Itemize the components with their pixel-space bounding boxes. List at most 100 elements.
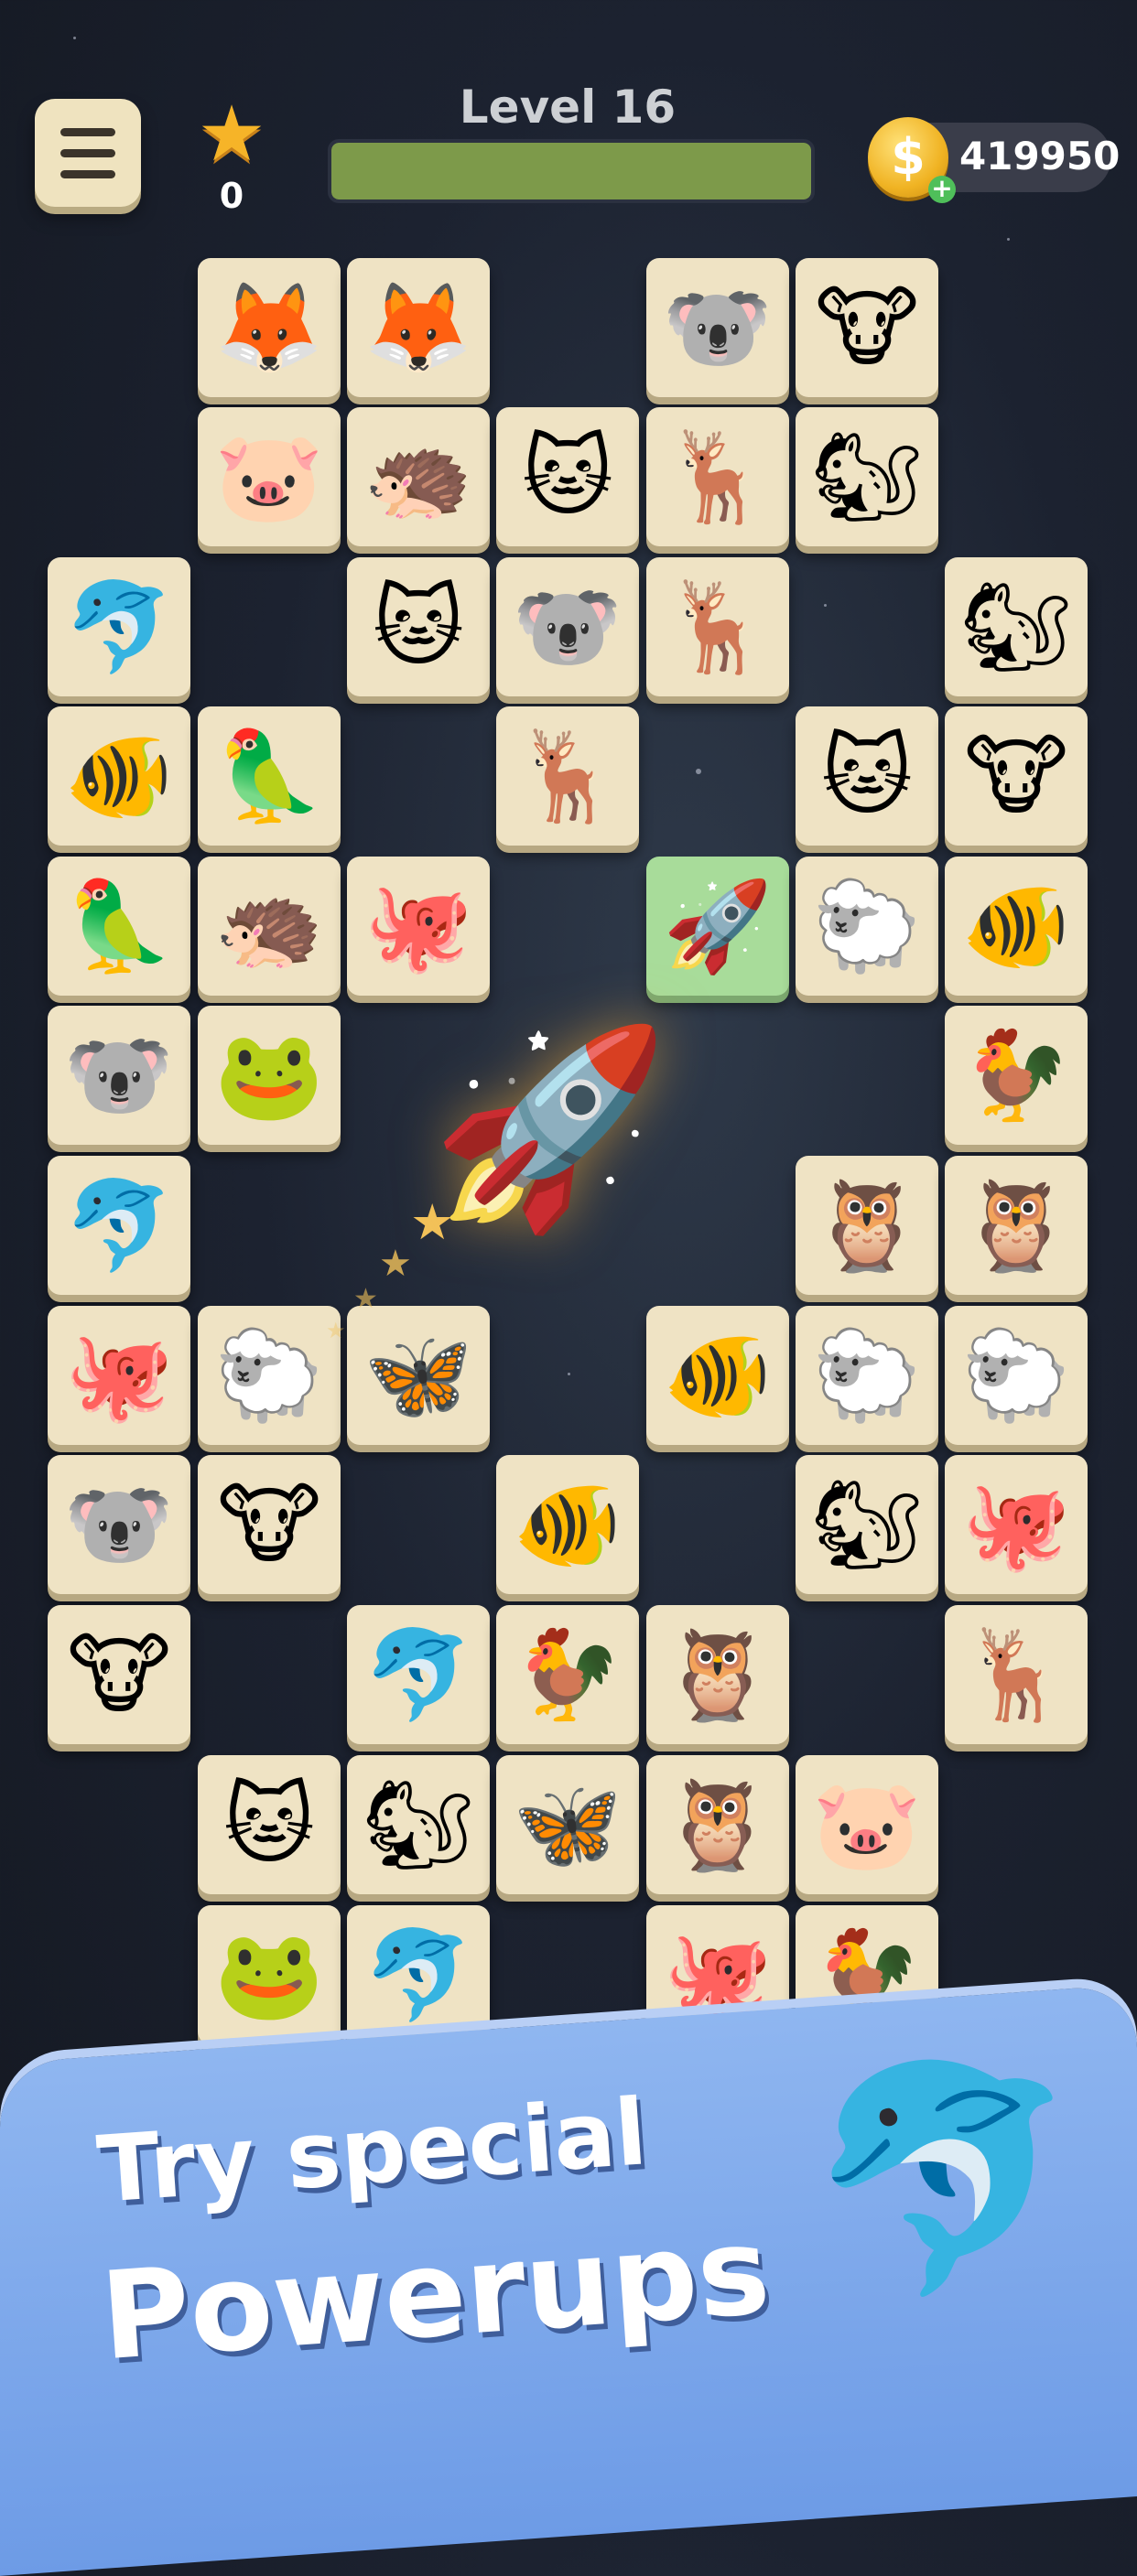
- tile-koala[interactable]: 🐨: [48, 1455, 190, 1594]
- owl-icon: 🦉: [961, 1174, 1071, 1277]
- tile-hedgehog[interactable]: 🦔: [347, 407, 490, 546]
- tile-pig[interactable]: 🐷: [796, 1755, 938, 1894]
- tile-frog[interactable]: 🐸: [198, 1006, 341, 1145]
- pig-icon: 🐷: [214, 426, 324, 528]
- koala-icon: 🐨: [64, 1473, 174, 1576]
- squirrel-icon: 🐿: [960, 576, 1072, 678]
- tile-octopus[interactable]: 🐙: [347, 857, 490, 996]
- owl-icon: 🦉: [812, 1174, 922, 1277]
- tile-squirrel[interactable]: 🐿: [796, 1455, 938, 1594]
- tile-fish[interactable]: 🐠: [48, 706, 190, 846]
- fox-icon: 🦊: [363, 276, 473, 379]
- tile-fish[interactable]: 🐠: [496, 1455, 639, 1594]
- trail-star-icon: ★: [353, 1283, 378, 1315]
- tile-owl[interactable]: 🦉: [796, 1156, 938, 1295]
- hedgehog-icon: 🦔: [363, 426, 473, 528]
- tile-dolphin[interactable]: 🐬: [48, 557, 190, 696]
- trail-star-icon: ★: [326, 1318, 346, 1343]
- tile-owl[interactable]: 🦉: [646, 1605, 789, 1744]
- tile-dolphin[interactable]: 🐬: [347, 1905, 490, 2044]
- sheep-icon: 🐑: [214, 1324, 324, 1427]
- tile-koala[interactable]: 🐨: [646, 258, 789, 397]
- deer-icon: 🦌: [663, 426, 773, 528]
- butterfly-icon: 🦋: [363, 1324, 473, 1427]
- deer-icon: 🦌: [513, 725, 623, 827]
- fish-icon: 🐠: [961, 875, 1071, 977]
- butterfly-icon: 🦋: [513, 1773, 623, 1876]
- sheep-icon: 🐑: [812, 1324, 922, 1427]
- parrot-icon: 🦜: [64, 875, 174, 977]
- cow-icon: 🐮: [815, 276, 919, 379]
- tile-cow[interactable]: 🐮: [945, 706, 1088, 846]
- cat-icon: 🐱: [820, 725, 914, 827]
- rooster-icon: 🐓: [961, 1024, 1071, 1126]
- tile-owl[interactable]: 🦉: [646, 1755, 789, 1894]
- tile-octopus[interactable]: 🐙: [48, 1306, 190, 1445]
- tile-owl[interactable]: 🦉: [945, 1156, 1088, 1295]
- rocket-icon: 🚀: [663, 875, 773, 977]
- tile-cat[interactable]: 🐱: [496, 407, 639, 546]
- tile-cow[interactable]: 🐮: [48, 1605, 190, 1744]
- trail-star-icon: ★: [379, 1243, 412, 1285]
- squirrel-icon: 🐿: [811, 1473, 923, 1576]
- tile-rocket[interactable]: 🚀: [646, 857, 789, 996]
- tile-fox[interactable]: 🦊: [347, 258, 490, 397]
- tile-squirrel[interactable]: 🐿: [945, 557, 1088, 696]
- cat-icon: 🐱: [372, 576, 465, 678]
- cow-icon: 🐮: [964, 725, 1068, 827]
- tile-sheep[interactable]: 🐑: [796, 1306, 938, 1445]
- tile-frog[interactable]: 🐸: [198, 1905, 341, 2044]
- tile-parrot[interactable]: 🦜: [198, 706, 341, 846]
- tile-koala[interactable]: 🐨: [48, 1006, 190, 1145]
- tile-squirrel[interactable]: 🐿: [796, 407, 938, 546]
- koala-icon: 🐨: [513, 576, 623, 678]
- cat-icon: 🐱: [521, 426, 614, 528]
- deer-icon: 🦌: [663, 576, 773, 678]
- tile-butterfly[interactable]: 🦋: [347, 1306, 490, 1445]
- tile-deer[interactable]: 🦌: [945, 1605, 1088, 1744]
- cow-icon: 🐮: [217, 1473, 321, 1576]
- tile-dolphin[interactable]: 🐬: [347, 1605, 490, 1744]
- tile-butterfly[interactable]: 🦋: [496, 1755, 639, 1894]
- tile-rooster[interactable]: 🐓: [945, 1006, 1088, 1145]
- owl-icon: 🦉: [663, 1773, 773, 1876]
- squirrel-icon: 🐿: [363, 1773, 474, 1876]
- tile-fish[interactable]: 🐠: [646, 1306, 789, 1445]
- tile-cow[interactable]: 🐮: [198, 1455, 341, 1594]
- parrot-icon: 🦜: [214, 725, 324, 827]
- frog-icon: 🐸: [214, 1024, 324, 1126]
- tile-deer[interactable]: 🦌: [496, 706, 639, 846]
- tile-cat[interactable]: 🐱: [796, 706, 938, 846]
- cat-icon: 🐱: [222, 1773, 316, 1876]
- tile-rooster[interactable]: 🐓: [496, 1605, 639, 1744]
- koala-icon: 🐨: [64, 1024, 174, 1126]
- tile-hedgehog[interactable]: 🦔: [198, 857, 341, 996]
- koala-icon: 🐨: [663, 276, 773, 379]
- squirrel-icon: 🐿: [811, 426, 923, 528]
- tile-deer[interactable]: 🦌: [646, 407, 789, 546]
- tile-fish[interactable]: 🐠: [945, 857, 1088, 996]
- tile-sheep[interactable]: 🐑: [796, 857, 938, 996]
- tile-pig[interactable]: 🐷: [198, 407, 341, 546]
- tile-cat[interactable]: 🐱: [347, 557, 490, 696]
- hedgehog-icon: 🦔: [214, 875, 324, 977]
- tile-squirrel[interactable]: 🐿: [347, 1755, 490, 1894]
- tile-fox[interactable]: 🦊: [198, 258, 341, 397]
- frog-icon: 🐸: [214, 1924, 324, 2026]
- deer-icon: 🦌: [961, 1623, 1071, 1726]
- tile-parrot[interactable]: 🦜: [48, 857, 190, 996]
- tile-dolphin[interactable]: 🐬: [48, 1156, 190, 1295]
- flying-rocket-powerup-icon: 🚀: [430, 1016, 670, 1240]
- fox-icon: 🦊: [214, 276, 324, 379]
- octopus-icon: 🐙: [663, 1924, 773, 2026]
- pig-icon: 🐷: [812, 1773, 922, 1876]
- fish-icon: 🐠: [513, 1473, 623, 1576]
- tile-sheep[interactable]: 🐑: [945, 1306, 1088, 1445]
- tile-deer[interactable]: 🦌: [646, 557, 789, 696]
- tile-koala[interactable]: 🐨: [496, 557, 639, 696]
- dolphin-icon: 🐬: [64, 1174, 174, 1277]
- tile-cat[interactable]: 🐱: [198, 1755, 341, 1894]
- tile-sheep[interactable]: 🐑: [198, 1306, 341, 1445]
- tile-cow[interactable]: 🐮: [796, 258, 938, 397]
- tile-octopus[interactable]: 🐙: [945, 1455, 1088, 1594]
